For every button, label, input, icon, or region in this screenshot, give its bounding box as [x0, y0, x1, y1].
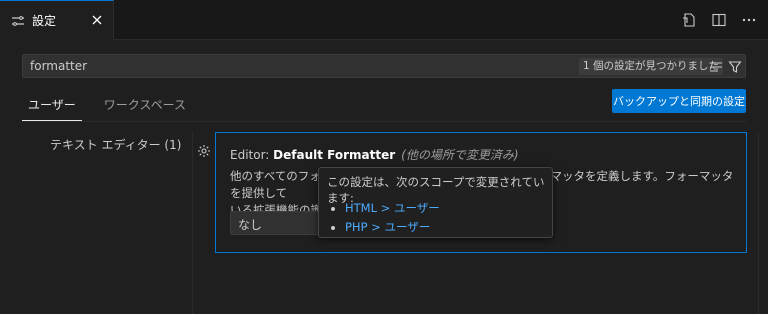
- search-input[interactable]: formatter 1 個の設定が見つかりました: [22, 54, 746, 78]
- search-value: formatter: [30, 59, 88, 73]
- result-count-badge: 1 個の設定が見つかりました: [579, 58, 724, 75]
- editor-actions: [680, 11, 758, 29]
- modified-elsewhere-link[interactable]: (他の場所で変更済み): [401, 148, 518, 162]
- toc-divider: [192, 132, 193, 314]
- more-actions-icon[interactable]: [740, 11, 758, 29]
- toc-item-text-editor[interactable]: テキスト エディター (1): [50, 136, 181, 153]
- tab-settings[interactable]: 設定: [0, 0, 114, 40]
- tab-user[interactable]: ユーザー: [22, 92, 82, 121]
- split-editor-icon[interactable]: [710, 11, 728, 29]
- tab-workspace[interactable]: ワークスペース: [98, 92, 192, 121]
- clear-filter-icon[interactable]: [707, 58, 725, 76]
- scope-tabs: ユーザー ワークスペース: [22, 92, 192, 121]
- close-icon[interactable]: [89, 12, 105, 28]
- scope-item[interactable]: HTML > ユーザー: [331, 199, 440, 218]
- bullet: [331, 206, 335, 211]
- scope-link[interactable]: HTML > ユーザー: [345, 199, 440, 218]
- divider: [22, 121, 746, 122]
- setting-title: Editor: Default Formatter (他の場所で変更済み): [230, 146, 519, 163]
- select-value: なし: [238, 218, 263, 232]
- setting-name: Default Formatter: [273, 148, 396, 162]
- scrollbar[interactable]: [758, 132, 768, 314]
- gear-icon[interactable]: [196, 143, 212, 159]
- scope-tooltip: この設定は、次のスコープで変更されています: HTML > ユーザー PHP >…: [318, 167, 553, 238]
- filter-icon[interactable]: [726, 58, 744, 76]
- scope-list: HTML > ユーザー PHP > ユーザー: [331, 199, 440, 237]
- open-json-icon[interactable]: [680, 11, 698, 29]
- backup-sync-button[interactable]: バックアップと同期の設定: [612, 89, 746, 113]
- bullet: [331, 225, 335, 230]
- scope-item[interactable]: PHP > ユーザー: [331, 218, 440, 237]
- setting-category: Editor:: [230, 148, 274, 162]
- tab-label: 設定: [32, 14, 57, 28]
- settings-tab-icon: [10, 13, 26, 29]
- scope-link[interactable]: PHP > ユーザー: [345, 218, 430, 237]
- tab-bar: 設定: [0, 0, 768, 40]
